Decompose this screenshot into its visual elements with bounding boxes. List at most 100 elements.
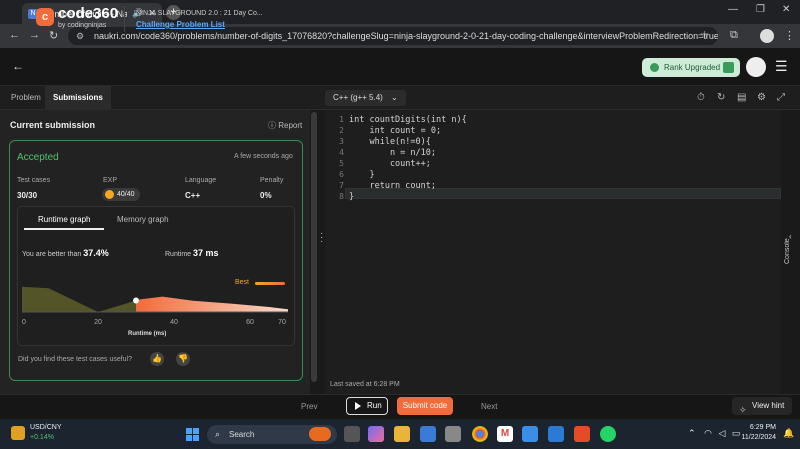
chevron-down-icon: ⌄: [391, 93, 398, 102]
hamburger-menu-icon[interactable]: ☰: [775, 58, 788, 75]
console-toggle[interactable]: Console: [784, 218, 800, 284]
timer-icon[interactable]: ⏱: [697, 92, 705, 103]
profile-avatar[interactable]: [760, 29, 774, 43]
url-input[interactable]: ⚙ naukri.com/code360/problems/number-of-…: [68, 27, 718, 45]
tab-runtime-graph[interactable]: Runtime graph: [38, 215, 90, 224]
notifications-icon[interactable]: 🔔: [783, 428, 794, 439]
logo-text: code360: [58, 5, 119, 22]
challenge-problem-list-link[interactable]: Challenge Problem List: [136, 20, 225, 29]
whatsapp-icon[interactable]: [600, 426, 616, 442]
vscode-icon[interactable]: [548, 426, 564, 442]
lightbulb-icon: ✧: [739, 405, 747, 415]
weather-widget-icon[interactable]: [11, 426, 25, 440]
volume-icon[interactable]: ◁: [718, 428, 725, 438]
submit-code-button[interactable]: Submit code: [397, 397, 453, 415]
close-window-icon[interactable]: ✕: [782, 4, 790, 15]
prev-button[interactable]: Prev: [301, 402, 317, 411]
settings-app-icon[interactable]: [445, 426, 461, 442]
line-number: 3: [339, 137, 344, 146]
code-line[interactable]: int count = 0;: [349, 126, 441, 136]
taskbar-clock[interactable]: 6:29 PM 11/22/2024: [736, 423, 776, 443]
runtime-stat: Runtime 37 ms: [165, 248, 219, 258]
thumbs-down-icon[interactable]: 👎: [176, 352, 190, 366]
coin-icon: [105, 190, 114, 199]
next-button[interactable]: Next: [481, 402, 497, 411]
ticker-widget[interactable]: USD/CNY +0.14%: [30, 423, 62, 443]
taskbar-search[interactable]: ⌕ Search: [207, 425, 337, 444]
chevron-left-icon[interactable]: ‹: [789, 232, 792, 241]
code-line[interactable]: }: [349, 192, 354, 202]
reset-icon[interactable]: ↻: [717, 92, 725, 103]
language-select[interactable]: C++ (g++ 5.4) ⌄: [325, 90, 406, 106]
site-back-icon[interactable]: ←: [12, 59, 24, 73]
gmail-icon[interactable]: M: [497, 426, 513, 442]
rank-arrow-icon: [723, 62, 734, 73]
chart-area-before: [22, 286, 136, 312]
thumbs-up-icon[interactable]: 👍: [150, 352, 164, 366]
line-number: 1: [339, 115, 344, 124]
chart-x-tick: 60: [246, 319, 254, 326]
code-line[interactable]: return count;: [349, 181, 436, 191]
site-info-icon[interactable]: ⚙: [76, 27, 84, 45]
test-cases-value: 30/30: [17, 191, 38, 200]
brave-icon[interactable]: [574, 426, 590, 442]
browser-menu-icon[interactable]: ⋮: [784, 29, 795, 42]
logo-byline: by codingninjas: [58, 22, 107, 29]
chrome-icon[interactable]: [472, 426, 488, 442]
fullscreen-icon[interactable]: ⤢: [777, 92, 785, 103]
code-line[interactable]: int countDigits(int n){: [349, 115, 467, 125]
run-button[interactable]: Run: [346, 397, 388, 415]
submission-time: A few seconds ago: [234, 153, 293, 160]
exp-label: EXP: [103, 177, 118, 184]
extensions-icon[interactable]: ⧉: [730, 29, 738, 42]
code-line[interactable]: while(n!=0){: [349, 137, 430, 147]
notes-icon[interactable]: ▤: [737, 92, 746, 103]
address-row: ← → ↻ ⚙ naukri.com/code360/problems/numb…: [0, 24, 800, 48]
code-line[interactable]: }: [349, 170, 374, 180]
report-button[interactable]: ⓘ Report: [268, 120, 302, 131]
file-explorer-icon[interactable]: [394, 426, 410, 442]
copilot-icon[interactable]: [368, 426, 384, 442]
user-avatar[interactable]: [746, 57, 766, 77]
view-hint-button[interactable]: ✧ View hint: [732, 397, 792, 415]
tab-submissions[interactable]: Submissions: [45, 86, 111, 110]
restore-icon[interactable]: ❐: [756, 4, 765, 15]
rank-upgraded-badge[interactable]: Rank Upgraded: [642, 58, 740, 77]
line-number: 7: [339, 181, 344, 190]
tab-memory-graph[interactable]: Memory graph: [117, 215, 169, 224]
line-number: 4: [339, 148, 344, 157]
system-tray[interactable]: ⌃ ◠ ◁ ▭: [688, 428, 740, 439]
forward-icon[interactable]: →: [29, 29, 40, 41]
run-label: Run: [367, 401, 382, 410]
back-icon[interactable]: ←: [9, 29, 20, 41]
code-line[interactable]: count++;: [349, 159, 431, 169]
docs-icon[interactable]: [522, 426, 538, 442]
browser-tabbar: N Number of digits - Naukri 🔊 ✕ + — ❐ ✕: [0, 0, 800, 24]
penalty-label: Penalty: [260, 177, 284, 184]
chart-x-tick: 70: [278, 319, 286, 326]
code360-logo-icon[interactable]: c: [36, 8, 54, 26]
status-accepted: Accepted: [17, 152, 59, 163]
store-icon[interactable]: [420, 426, 436, 442]
minimize-icon[interactable]: —: [728, 4, 738, 15]
reload-icon[interactable]: ↻: [49, 29, 58, 42]
task-view-icon[interactable]: [344, 426, 360, 442]
header-divider: [124, 6, 125, 32]
wifi-icon[interactable]: ◠: [704, 428, 712, 438]
panel-resize-handle[interactable]: · · ·: [320, 229, 323, 247]
last-saved: Last saved at 6:28 PM: [330, 381, 400, 388]
test-cases-label: Test cases: [17, 177, 51, 184]
ticker-change: +0.14%: [30, 434, 54, 441]
chevron-up-icon[interactable]: ⌃: [688, 428, 696, 438]
line-number: 8: [339, 192, 344, 201]
clock-time: 6:29 PM: [749, 424, 776, 431]
ticker-pair: USD/CNY: [30, 424, 62, 431]
play-icon: [355, 402, 361, 410]
settings-gear-icon[interactable]: ⚙: [757, 92, 766, 103]
windows-start-icon[interactable]: [186, 428, 199, 441]
active-tab-indicator: [24, 228, 104, 230]
code-line[interactable]: n = n/10;: [349, 148, 436, 158]
panel-scrollbar[interactable]: [311, 112, 317, 382]
tab-problem[interactable]: Problem: [3, 86, 49, 110]
bookmark-star-icon[interactable]: ☆: [700, 30, 709, 41]
